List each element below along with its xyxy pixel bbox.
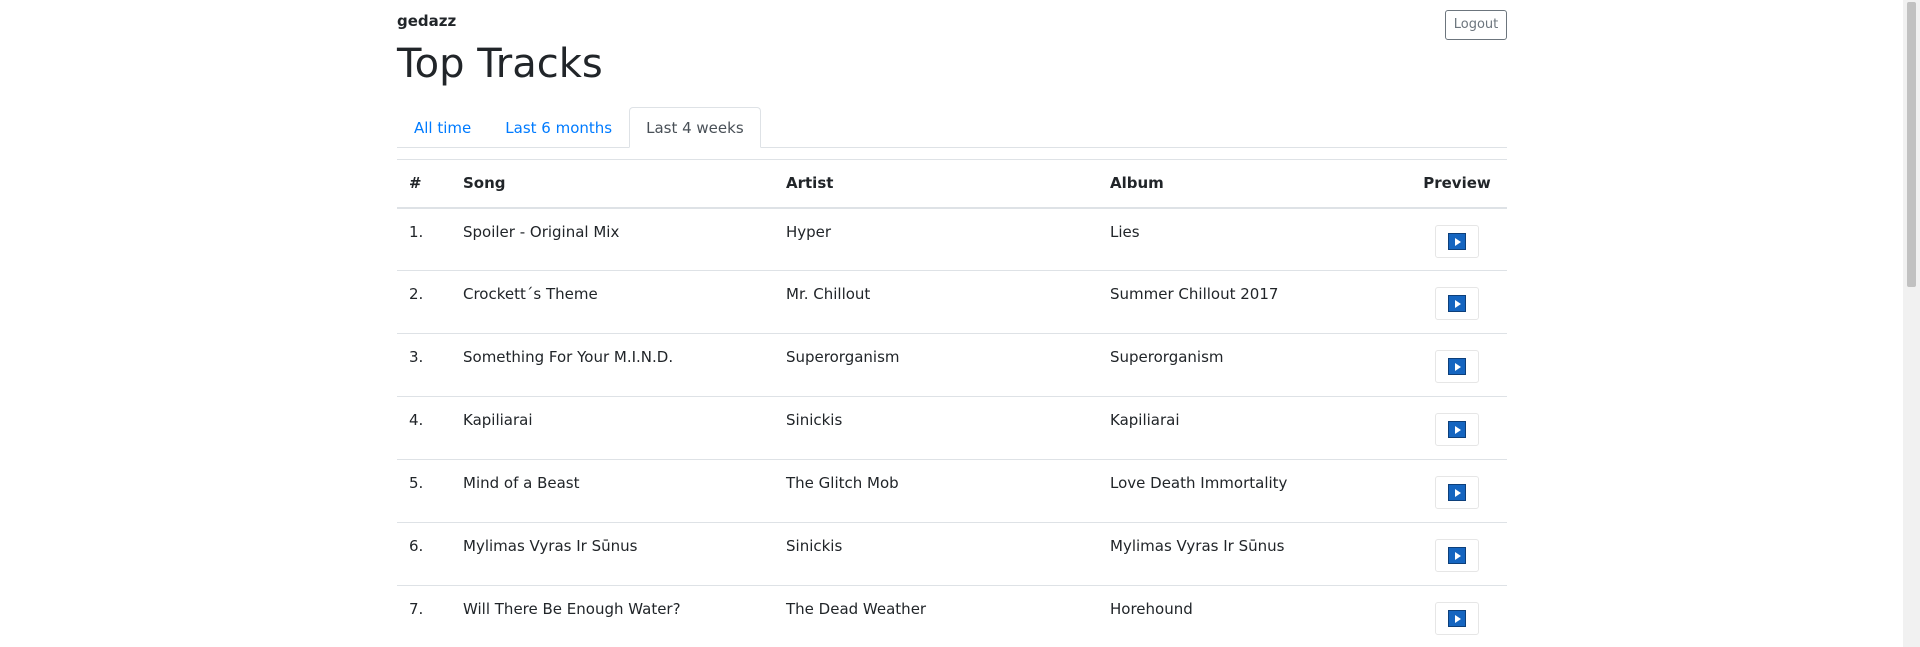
row-artist: Superorganism: [774, 333, 1098, 397]
preview-play-button[interactable]: [1435, 539, 1479, 572]
row-song: Will There Be Enough Water?: [451, 585, 774, 647]
row-album: Superorganism: [1098, 333, 1407, 397]
tracks-table-wrapper: # Song Artist Album Preview 1. Spoiler -…: [397, 159, 1507, 647]
table-row: 7. Will There Be Enough Water? The Dead …: [397, 585, 1507, 647]
row-rank: 7.: [397, 585, 451, 647]
row-preview: [1407, 459, 1507, 523]
play-icon: [1448, 484, 1466, 501]
tab-last-4-weeks[interactable]: Last 4 weeks: [629, 107, 761, 148]
play-icon: [1448, 232, 1466, 250]
row-artist: Sinickis: [774, 522, 1098, 586]
tab-all-time[interactable]: All time: [397, 107, 488, 148]
time-range-tabs: All time Last 6 months Last 4 weeks: [397, 107, 1507, 148]
row-song: Kapiliarai: [451, 396, 774, 460]
row-rank: 1.: [397, 207, 451, 271]
table-row: 2. Crockett´s Theme Mr. Chillout Summer …: [397, 270, 1507, 334]
row-album: Horehound: [1098, 585, 1407, 647]
table-row: 1. Spoiler - Original Mix Hyper Lies: [397, 207, 1507, 271]
page-title: Top Tracks: [397, 41, 603, 87]
header-preview: Preview: [1407, 159, 1507, 209]
row-song: Spoiler - Original Mix: [451, 207, 774, 271]
play-icon: [1448, 358, 1466, 375]
row-rank: 4.: [397, 396, 451, 460]
play-icon: [1448, 547, 1466, 564]
username: gedazz: [397, 12, 457, 30]
preview-play-button[interactable]: [1435, 224, 1479, 258]
scrollbar-thumb[interactable]: [1907, 2, 1916, 287]
row-preview: [1407, 585, 1507, 647]
preview-play-button[interactable]: [1435, 287, 1479, 320]
row-album: Lies: [1098, 207, 1407, 271]
table-row: 3. Something For Your M.I.N.D. Superorga…: [397, 333, 1507, 397]
row-rank: 6.: [397, 522, 451, 586]
row-preview: [1407, 522, 1507, 586]
play-icon: [1448, 421, 1466, 438]
row-album: Kapiliarai: [1098, 396, 1407, 460]
logout-button[interactable]: Logout: [1445, 10, 1507, 40]
row-album: Summer Chillout 2017: [1098, 270, 1407, 334]
header-song: Song: [451, 159, 774, 209]
row-preview: [1407, 396, 1507, 460]
play-icon: [1448, 610, 1466, 627]
preview-play-button[interactable]: [1435, 413, 1479, 446]
row-artist: Mr. Chillout: [774, 270, 1098, 334]
row-album: Love Death Immortality: [1098, 459, 1407, 523]
row-rank: 2.: [397, 270, 451, 334]
row-song: Something For Your M.I.N.D.: [451, 333, 774, 397]
row-preview: [1407, 333, 1507, 397]
row-rank: 3.: [397, 333, 451, 397]
header-artist: Artist: [774, 159, 1098, 209]
table-row: 6. Mylimas Vyras Ir Sūnus Sinickis Mylim…: [397, 522, 1507, 586]
play-icon: [1448, 295, 1466, 312]
row-artist: The Dead Weather: [774, 585, 1098, 647]
row-rank: 5.: [397, 459, 451, 523]
row-artist: The Glitch Mob: [774, 459, 1098, 523]
table-header-row: # Song Artist Album Preview: [397, 159, 1507, 209]
header-album: Album: [1098, 159, 1407, 209]
table-row: 4. Kapiliarai Sinickis Kapiliarai: [397, 396, 1507, 460]
tab-last-6-months[interactable]: Last 6 months: [488, 107, 629, 148]
preview-play-button[interactable]: [1435, 602, 1479, 635]
table-row: 5. Mind of a Beast The Glitch Mob Love D…: [397, 459, 1507, 523]
row-song: Crockett´s Theme: [451, 270, 774, 334]
row-song: Mind of a Beast: [451, 459, 774, 523]
preview-play-button[interactable]: [1435, 476, 1479, 509]
row-preview: [1407, 207, 1507, 271]
page: gedazz Logout Top Tracks All time Last 6…: [0, 0, 1920, 647]
tracks-table: # Song Artist Album Preview 1. Spoiler -…: [397, 159, 1507, 647]
row-artist: Sinickis: [774, 396, 1098, 460]
row-album: Mylimas Vyras Ir Sūnus: [1098, 522, 1407, 586]
row-song: Mylimas Vyras Ir Sūnus: [451, 522, 774, 586]
row-artist: Hyper: [774, 207, 1098, 271]
header-rank: #: [397, 159, 451, 209]
preview-play-button[interactable]: [1435, 350, 1479, 383]
vertical-scrollbar[interactable]: [1903, 0, 1920, 647]
row-preview: [1407, 270, 1507, 334]
